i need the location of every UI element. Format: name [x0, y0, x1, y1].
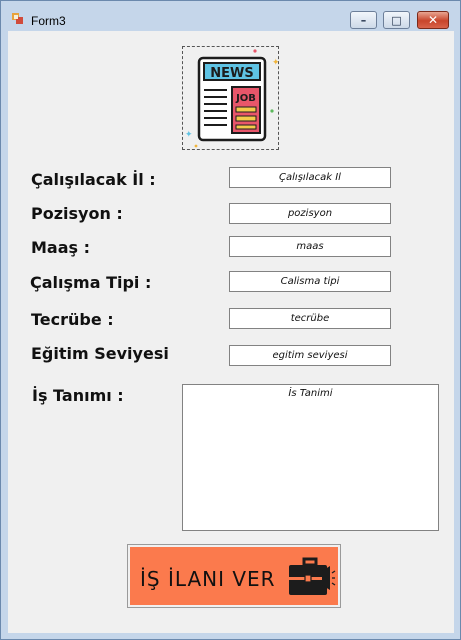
title-bar[interactable]: Form3 – □ ✕	[1, 1, 460, 31]
city-label: Çalışılacak İl :	[31, 170, 156, 189]
logo-tag: JOB	[235, 93, 256, 104]
job-description-textarea[interactable]: İs Tanimi	[182, 384, 439, 531]
work-type-label: Çalışma Tipi :	[30, 273, 152, 292]
post-job-button-label: İŞ İLANI VER	[140, 567, 276, 591]
close-icon: ✕	[427, 13, 439, 27]
logo-banner: NEWS	[210, 66, 253, 81]
window-title: Form3	[31, 14, 66, 28]
briefcase-megaphone-icon	[289, 557, 336, 595]
close-button[interactable]: ✕	[417, 11, 449, 29]
minimize-button[interactable]: –	[350, 11, 377, 29]
city-input[interactable]	[229, 167, 391, 188]
svg-text:✦: ✦	[272, 58, 278, 68]
position-input[interactable]	[229, 203, 391, 224]
salary-label: Maaş :	[31, 238, 91, 257]
newspaper-icon: NEWS JOB ✦ ✦	[182, 46, 280, 150]
salary-input[interactable]	[229, 236, 391, 257]
position-label: Pozisyon :	[31, 204, 123, 223]
app-icon	[12, 13, 23, 24]
post-job-button[interactable]: İŞ İLANI VER	[127, 544, 341, 608]
form-window: Form3 – □ ✕ NEWS JOB ✦ ✦ Çalışılacak İl …	[0, 0, 461, 640]
minimize-icon: –	[360, 13, 367, 27]
education-input[interactable]	[229, 345, 391, 366]
experience-label: Tecrübe :	[31, 310, 114, 329]
post-job-button-face: İŞ İLANI VER	[130, 547, 338, 605]
maximize-icon: □	[391, 13, 402, 27]
job-description-label: İş Tanımı :	[32, 386, 124, 405]
svg-text:✦: ✦	[185, 130, 193, 140]
education-label: Eğitim Seviyesi	[31, 344, 169, 363]
maximize-button[interactable]: □	[383, 11, 410, 29]
work-type-input[interactable]	[229, 271, 391, 292]
experience-input[interactable]	[229, 308, 391, 329]
